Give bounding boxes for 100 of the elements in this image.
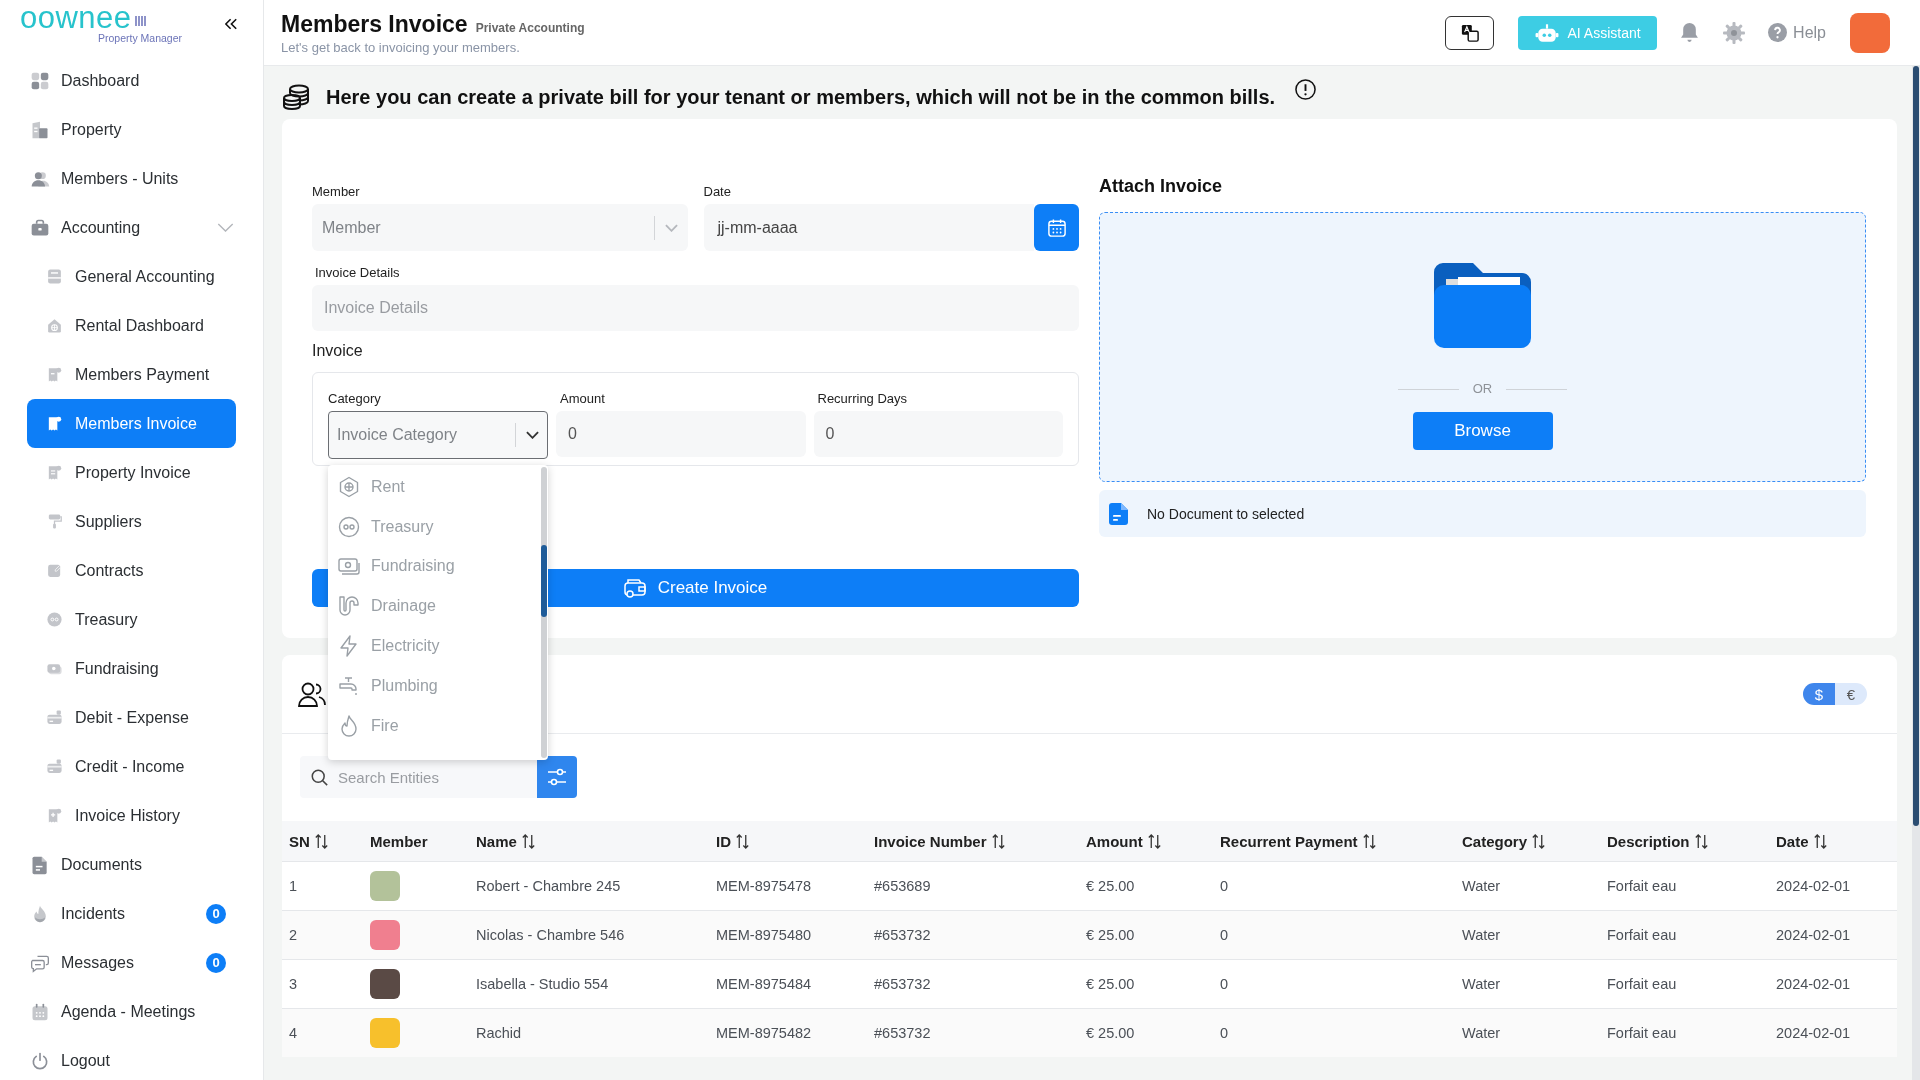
sort-icon xyxy=(1147,833,1161,849)
column-header[interactable]: Recurrent Payment xyxy=(1213,821,1455,862)
column-header: Member xyxy=(363,821,469,862)
table-cell: #653689 xyxy=(867,861,1079,911)
table-cell: € 25.00 xyxy=(1079,1008,1213,1057)
hexagon-grid-icon xyxy=(338,475,360,498)
table-cell: MEM-8975478 xyxy=(709,861,867,911)
filter-button[interactable] xyxy=(537,756,577,798)
table-cell: 2024-02-01 xyxy=(1769,959,1897,1009)
nav-item[interactable]: Suppliers xyxy=(27,497,236,546)
nav-item[interactable]: Agenda - Meetings xyxy=(27,987,236,1036)
browse-button[interactable]: Browse xyxy=(1412,412,1553,450)
sort-icon xyxy=(1813,833,1827,849)
nav-item[interactable]: General Accounting xyxy=(27,252,236,301)
house-icon xyxy=(46,317,63,334)
receipt-icon xyxy=(46,366,63,383)
nav-item[interactable]: Members Invoice xyxy=(27,399,236,448)
column-header[interactable]: Date xyxy=(1769,821,1897,862)
nav-item[interactable]: Incidents 0 xyxy=(27,889,236,938)
table-cell: Nicolas - Chambre 546 xyxy=(469,910,709,960)
member-select[interactable]: Member xyxy=(312,204,688,251)
bell-icon[interactable] xyxy=(1681,22,1699,43)
column-header[interactable]: Invoice Number xyxy=(867,821,1079,862)
scrollbar[interactable] xyxy=(541,467,547,758)
sort-icon xyxy=(1532,833,1546,849)
table-cell: 0 xyxy=(1213,861,1455,911)
category-select[interactable]: Invoice Category xyxy=(328,411,548,459)
coins-icon xyxy=(282,84,310,110)
table-cell: Water xyxy=(1455,910,1600,960)
calendar-icon xyxy=(1047,218,1066,237)
grid-icon xyxy=(30,70,50,91)
table-cell: 3 xyxy=(282,959,363,1009)
nav-item[interactable]: Dashboard xyxy=(27,56,236,105)
table-cell: 2024-02-01 xyxy=(1769,910,1897,960)
page-tag: Private Accounting xyxy=(475,20,585,35)
column-header[interactable]: Description xyxy=(1600,821,1769,862)
drop-zone[interactable]: OR Browse xyxy=(1099,212,1866,482)
nav-item[interactable]: Property Invoice xyxy=(27,448,236,497)
section-title: Attach Invoice xyxy=(1099,175,1224,197)
recurring-days-field[interactable]: 0 xyxy=(813,411,1063,457)
logo-tagline: Property Manager xyxy=(98,32,184,44)
table-cell: Rachid xyxy=(469,1008,709,1057)
scrollbar[interactable] xyxy=(1912,66,1920,1080)
chevron-down-icon xyxy=(664,223,678,232)
nav-item[interactable]: Property xyxy=(27,105,236,154)
currency-toggle[interactable]: $ xyxy=(1803,683,1835,705)
date-field[interactable]: jj-mm-aaaa xyxy=(703,204,1034,251)
count-badge: 0 xyxy=(206,903,226,924)
currency-toggle[interactable]: € xyxy=(1835,683,1867,705)
banknote-icon xyxy=(338,555,360,578)
table-cell: € 25.00 xyxy=(1079,861,1213,911)
robot-icon xyxy=(1534,23,1559,42)
file-status-text: No Document to selected xyxy=(1147,505,1305,522)
nav-item[interactable]: Members Payment xyxy=(27,350,236,399)
column-header[interactable]: Name xyxy=(469,821,709,862)
nav-item[interactable]: Credit - Income xyxy=(27,742,236,791)
table-cell: 1 xyxy=(282,861,363,911)
page-subtitle: Let's get back to invoicing your members. xyxy=(281,39,521,56)
nav-item[interactable]: Invoice History xyxy=(27,791,236,840)
wallet-icon xyxy=(623,578,646,598)
table-cell: 4 xyxy=(282,1008,363,1057)
calendar-button[interactable] xyxy=(1034,204,1079,251)
field-label: Date xyxy=(703,184,732,200)
sort-icon xyxy=(1694,833,1708,849)
table-cell: 2 xyxy=(282,910,363,960)
document-icon xyxy=(30,854,50,875)
column-header[interactable]: ID xyxy=(709,821,867,862)
flame-icon xyxy=(338,714,360,737)
nav-item[interactable]: Documents xyxy=(27,840,236,889)
nav-item[interactable]: Debit - Expense xyxy=(27,693,236,742)
help-icon xyxy=(1768,23,1788,42)
coin-icon xyxy=(338,515,360,538)
section-label: Invoice xyxy=(312,341,364,361)
faucet-icon xyxy=(338,674,360,697)
column-header[interactable]: Amount xyxy=(1079,821,1213,862)
table-cell: 2024-02-01 xyxy=(1769,1008,1897,1057)
table-cell: Water xyxy=(1455,959,1600,1009)
nav-item[interactable]: Treasury xyxy=(27,595,236,644)
nav-item[interactable]: Fundraising xyxy=(27,644,236,693)
double-chevron-left-icon[interactable] xyxy=(225,18,237,30)
nav-item[interactable]: Accounting xyxy=(27,203,236,252)
table-cell: Forfait eau xyxy=(1600,1008,1769,1057)
settings-icon[interactable] xyxy=(1723,21,1746,44)
pipe-icon xyxy=(338,595,360,618)
user-avatar[interactable] xyxy=(1850,12,1890,53)
nav-item[interactable]: Messages 0 xyxy=(27,938,236,987)
page-title: Members Invoice xyxy=(281,9,468,38)
table-cell: #653732 xyxy=(867,910,1079,960)
info-icon[interactable] xyxy=(1295,79,1317,100)
nav-item[interactable]: Logout xyxy=(27,1036,236,1080)
amount-field[interactable]: 0 xyxy=(556,411,806,457)
nav-item[interactable]: Members - Units xyxy=(27,154,236,203)
column-header[interactable]: SN xyxy=(282,821,363,862)
nav-item[interactable]: Rental Dashboard xyxy=(27,301,236,350)
table-cell: Forfait eau xyxy=(1600,910,1769,960)
column-header[interactable]: Category xyxy=(1455,821,1600,862)
translate-button[interactable] xyxy=(1445,15,1495,50)
coin-icon xyxy=(46,611,63,628)
table-cell: 2024-02-01 xyxy=(1769,861,1897,911)
nav-item[interactable]: Contracts xyxy=(27,546,236,595)
